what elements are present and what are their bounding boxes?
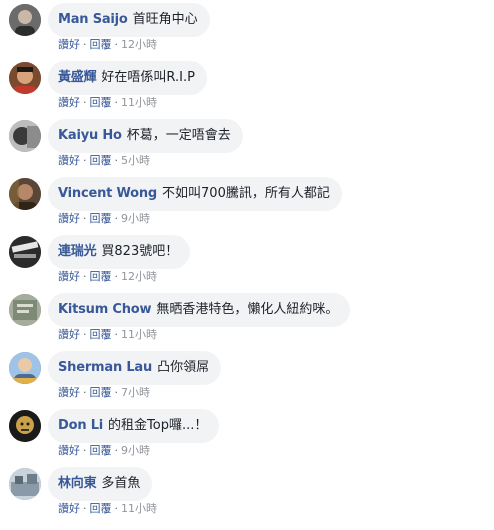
comment-text: 買823號吧！ [101, 244, 179, 259]
comment-item: 連瑞光 買823號吧！ 讚好 · 回覆 · 12小時 [0, 232, 494, 290]
avatar[interactable] [9, 62, 41, 94]
comment-author[interactable]: Kaiyu Ho [58, 128, 122, 144]
separator-dot: · [114, 444, 119, 457]
separator-dot: · [83, 502, 87, 515]
avatar[interactable] [9, 120, 41, 152]
comment-actions: 讚好 · 回覆 · 5小時 [58, 154, 150, 168]
avatar[interactable] [9, 236, 41, 268]
comment-text: 的租金Top囉...！ [108, 418, 208, 433]
reply-link[interactable]: 回覆 [90, 386, 112, 399]
comment-actions: 讚好 · 回覆 · 11小時 [58, 96, 157, 110]
comment-text: 凸你領屌 [157, 360, 210, 375]
comment-bubble: 連瑞光 買823號吧！ [48, 235, 191, 269]
comment-timestamp[interactable]: 11小時 [121, 96, 157, 109]
comment-author[interactable]: Don Li [58, 418, 103, 434]
reply-link[interactable]: 回覆 [90, 502, 112, 515]
comment-text: 不如叫700騰訊，所有人都記 [162, 186, 330, 201]
comment-author[interactable]: Kitsum Chow [58, 302, 152, 318]
comment-bubble: 黃盛輝 好在唔係叫R.I.P [48, 61, 207, 95]
comment-timestamp[interactable]: 12小時 [121, 270, 157, 283]
comment-bubble: Man Saijo 首旺角中心 [48, 3, 210, 37]
comment-actions: 讚好 · 回覆 · 9小時 [58, 212, 150, 226]
separator-dot: · [83, 386, 87, 399]
reply-link[interactable]: 回覆 [90, 444, 112, 457]
reply-link[interactable]: 回覆 [90, 38, 112, 51]
comment-text: 首旺角中心 [132, 12, 198, 27]
comment-item: Don Li 的租金Top囉...！ 讚好 · 回覆 · 9小時 [0, 406, 494, 464]
separator-dot: · [114, 154, 119, 167]
comment-actions: 讚好 · 回覆 · 7小時 [58, 386, 150, 400]
separator-dot: · [83, 38, 87, 51]
like-link[interactable]: 讚好 [58, 328, 80, 341]
avatar[interactable] [9, 294, 41, 326]
reply-link[interactable]: 回覆 [90, 154, 112, 167]
comment-item: Sherman Lau 凸你領屌 讚好 · 回覆 · 7小時 [0, 348, 494, 406]
comment-actions: 讚好 · 回覆 · 11小時 [58, 328, 157, 342]
avatar[interactable] [9, 178, 41, 210]
comment-actions: 讚好 · 回覆 · 9小時 [58, 444, 150, 458]
separator-dot: · [83, 96, 87, 109]
reply-link[interactable]: 回覆 [90, 212, 112, 225]
comment-text: 無晒香港特色，懶化人紐約咪。 [156, 302, 339, 317]
like-link[interactable]: 讚好 [58, 444, 80, 457]
comment-timestamp[interactable]: 9小時 [121, 212, 150, 225]
comment-timestamp[interactable]: 11小時 [121, 502, 157, 515]
separator-dot: · [83, 444, 87, 457]
separator-dot: · [114, 502, 119, 515]
separator-dot: · [114, 38, 119, 51]
comment-bubble: Sherman Lau 凸你領屌 [48, 351, 222, 385]
separator-dot: · [114, 328, 119, 341]
separator-dot: · [83, 328, 87, 341]
comment-author[interactable]: Man Saijo [58, 12, 128, 28]
like-link[interactable]: 讚好 [58, 386, 80, 399]
comment-item: Man Saijo 首旺角中心 讚好 · 回覆 · 12小時 [0, 0, 494, 58]
like-link[interactable]: 讚好 [58, 502, 80, 515]
like-link[interactable]: 讚好 [58, 270, 80, 283]
reply-link[interactable]: 回覆 [90, 328, 112, 341]
avatar[interactable] [9, 468, 41, 500]
comment-text: 杯葛，一定唔會去 [126, 128, 231, 143]
like-link[interactable]: 讚好 [58, 96, 80, 109]
avatar[interactable] [9, 410, 41, 442]
comment-timestamp[interactable]: 7小時 [121, 386, 150, 399]
comment-actions: 讚好 · 回覆 · 12小時 [58, 38, 157, 52]
comment-author[interactable]: 林向東 [58, 476, 97, 492]
separator-dot: · [114, 96, 119, 109]
comment-timestamp[interactable]: 5小時 [121, 154, 150, 167]
comment-timestamp[interactable]: 12小時 [121, 38, 157, 51]
reply-link[interactable]: 回覆 [90, 270, 112, 283]
comment-timestamp[interactable]: 9小時 [121, 444, 150, 457]
reply-link[interactable]: 回覆 [90, 96, 112, 109]
comment-item: Kitsum Chow 無晒香港特色，懶化人紐約咪。 讚好 · 回覆 · 11小時 [0, 290, 494, 348]
comment-item: Vincent Wong 不如叫700騰訊，所有人都記 讚好 · 回覆 · 9小時 [0, 174, 494, 232]
comment-timestamp[interactable]: 11小時 [121, 328, 157, 341]
comment-author[interactable]: 黃盛輝 [58, 70, 97, 86]
comment-author[interactable]: Vincent Wong [58, 186, 157, 202]
like-link[interactable]: 讚好 [58, 154, 80, 167]
comment-text: 多首魚 [101, 476, 141, 491]
separator-dot: · [83, 154, 87, 167]
like-link[interactable]: 讚好 [58, 38, 80, 51]
comment-bubble: Don Li 的租金Top囉...！ [48, 409, 220, 443]
comment-bubble: 林向東 多首魚 [48, 467, 153, 501]
comment-item: 黃盛輝 好在唔係叫R.I.P 讚好 · 回覆 · 11小時 [0, 58, 494, 116]
comment-author[interactable]: 連瑞光 [58, 244, 97, 260]
separator-dot: · [83, 212, 87, 225]
comment-actions: 讚好 · 回覆 · 12小時 [58, 270, 157, 284]
separator-dot: · [114, 386, 119, 399]
comment-bubble: Kitsum Chow 無晒香港特色，懶化人紐約咪。 [48, 293, 351, 327]
comment-actions: 讚好 · 回覆 · 11小時 [58, 502, 157, 516]
comment-item: Kaiyu Ho 杯葛，一定唔會去 讚好 · 回覆 · 5小時 [0, 116, 494, 174]
like-link[interactable]: 讚好 [58, 212, 80, 225]
separator-dot: · [114, 212, 119, 225]
separator-dot: · [114, 270, 119, 283]
comment-text: 好在唔係叫R.I.P [101, 70, 195, 85]
comment-bubble: Vincent Wong 不如叫700騰訊，所有人都記 [48, 177, 342, 211]
avatar[interactable] [9, 4, 41, 36]
comment-author[interactable]: Sherman Lau [58, 360, 152, 376]
avatar[interactable] [9, 352, 41, 384]
comment-bubble: Kaiyu Ho 杯葛，一定唔會去 [48, 119, 243, 153]
separator-dot: · [83, 270, 87, 283]
comment-item: 林向東 多首魚 讚好 · 回覆 · 11小時 [0, 464, 494, 522]
